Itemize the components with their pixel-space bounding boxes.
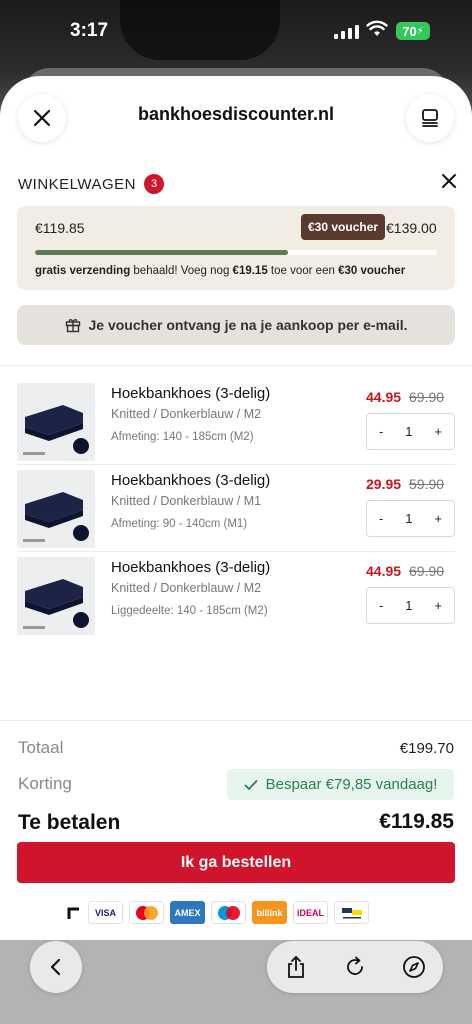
mastercard-icon [129, 901, 164, 924]
share-icon [288, 955, 305, 978]
browser-actions [267, 941, 443, 993]
msg-amount: €19.15 [232, 265, 268, 277]
item-size: Liggedeelte: 140 - 185cm (M2) [111, 605, 268, 617]
ideal-icon: iDEAL [293, 901, 328, 924]
progress-fill [35, 250, 289, 255]
cart-close-icon[interactable] [438, 170, 460, 192]
signal-icon [334, 24, 359, 39]
maestro-icon [211, 901, 246, 924]
chevron-left-icon [50, 958, 61, 976]
cart-header: WINKELWAGEN 3 [18, 174, 165, 194]
msg-text-1: behaald! Voeg nog [130, 265, 233, 277]
progress-track [35, 250, 437, 255]
voucher-info-text: Je voucher ontvang je na je aankoop per … [88, 317, 408, 333]
cart-item: Hoekbankhoes (3-delig) Knitted / Donkerb… [17, 557, 455, 643]
msg-text-2: toe voor een [267, 265, 339, 277]
divider [0, 720, 472, 721]
divider [0, 365, 472, 366]
payment-methods: VISA AMEX billink iDEAL [66, 901, 369, 924]
quantity-stepper: - 1 + [366, 500, 455, 537]
tabs-icon [422, 109, 438, 127]
increase-button[interactable]: + [434, 424, 442, 439]
item-name[interactable]: Hoekbankhoes (3-delig) [111, 385, 270, 402]
progress-current: €119.85 [35, 220, 85, 236]
msg-voucher: €30 voucher [338, 265, 406, 277]
total-value: €199.70 [399, 740, 454, 757]
divider [17, 464, 455, 465]
progress-message: gratis verzending behaald! Voeg nog €19.… [35, 265, 405, 277]
increase-button[interactable]: + [434, 598, 442, 613]
item-price: 44.95 [366, 563, 402, 579]
compass-icon [402, 956, 425, 978]
discount-value: Bespaar €79,85 vandaag! [265, 776, 438, 793]
item-variant: Knitted / Donkerblauw / M1 [111, 494, 262, 508]
quantity-stepper: - 1 + [366, 413, 455, 450]
page-domain: bankhoesdiscounter.nl [137, 104, 335, 124]
billink-icon: billink [252, 901, 287, 924]
battery-icon: 70 ⚡ [396, 22, 430, 40]
item-variant: Knitted / Donkerblauw / M2 [111, 407, 262, 421]
product-image [17, 383, 95, 461]
compass-button[interactable] [400, 953, 428, 981]
increase-button[interactable]: + [434, 511, 442, 526]
check-icon [244, 779, 257, 790]
progress-target: €139.00 [386, 220, 437, 236]
amex-icon: AMEX [170, 901, 205, 924]
visa-icon: VISA [88, 901, 123, 924]
discount-badge: Bespaar €79,85 vandaag! [227, 769, 454, 800]
item-price: 29.95 [366, 476, 402, 492]
item-size: Afmeting: 90 - 140cm (M1) [111, 518, 248, 530]
quantity-value[interactable]: 1 [405, 424, 412, 439]
decrease-button[interactable]: - [379, 511, 383, 526]
reload-icon [347, 956, 363, 975]
item-name[interactable]: Hoekbankhoes (3-delig) [111, 559, 270, 576]
item-variant: Knitted / Donkerblauw / M2 [111, 581, 262, 595]
quantity-value[interactable]: 1 [405, 598, 412, 613]
cart-item: Hoekbankhoes (3-delig) Knitted / Donkerb… [17, 470, 455, 556]
decrease-button[interactable]: - [379, 598, 383, 613]
battery-level: 70 [402, 23, 417, 39]
wifi-icon [366, 20, 388, 36]
back-button[interactable] [30, 941, 82, 993]
msg-free-shipping: gratis verzending [35, 265, 131, 277]
klarna-icon [67, 907, 79, 919]
cart-item: Hoekbankhoes (3-delig) Knitted / Donkerb… [17, 383, 455, 469]
gift-icon [65, 319, 80, 333]
item-old-price: 69.90 [409, 389, 445, 405]
item-size: Afmeting: 140 - 185cm (M2) [111, 431, 254, 443]
free-shipping-progress: €119.85 €30 voucher €139.00 gratis verze… [17, 206, 455, 290]
quantity-value[interactable]: 1 [405, 511, 412, 526]
discount-label: Korting [18, 774, 72, 793]
pay-value: €119.85 [379, 810, 454, 833]
cart-sheet: bankhoesdiscounter.nl WINKELWAGEN 3 €119… [0, 76, 472, 940]
decrease-button[interactable]: - [379, 424, 383, 439]
item-old-price: 59.90 [409, 476, 445, 492]
checkout-button[interactable]: Ik ga bestellen [17, 842, 455, 883]
cart-title: WINKELWAGEN [18, 175, 137, 193]
divider [17, 551, 455, 552]
tabs-button[interactable] [406, 94, 454, 142]
reload-button[interactable] [341, 953, 369, 981]
status-time: 3:17 [70, 20, 109, 41]
item-name[interactable]: Hoekbankhoes (3-delig) [111, 472, 270, 489]
pay-label: Te betalen [18, 811, 121, 834]
share-button[interactable] [282, 953, 310, 981]
quantity-stepper: - 1 + [366, 587, 455, 624]
item-old-price: 69.90 [409, 563, 445, 579]
product-image [17, 557, 95, 635]
item-price: 44.95 [366, 389, 402, 405]
cart-count-badge: 3 [144, 174, 165, 194]
bancontact-icon [334, 901, 369, 924]
status-bar: 3:17 70 ⚡ [0, 0, 472, 60]
total-label: Totaal [18, 738, 64, 757]
voucher-info-banner: Je voucher ontvang je na je aankoop per … [17, 305, 455, 345]
browser-toolbar [0, 940, 472, 1024]
product-image [17, 470, 95, 548]
voucher-badge: €30 voucher [301, 214, 386, 240]
